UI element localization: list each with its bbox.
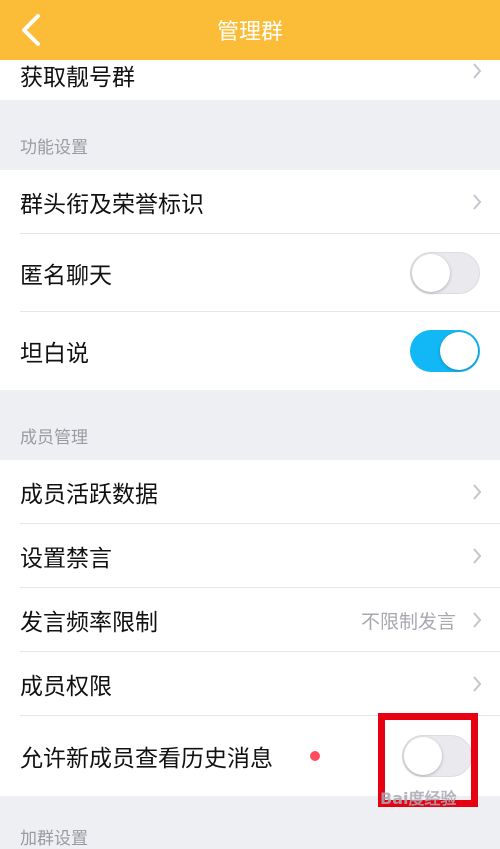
new-feature-dot [310,751,320,761]
row-set-mute[interactable]: 设置禁言 [0,524,500,588]
row-anonymous-chat: 匿名聊天 [0,234,500,312]
toggle-knob [412,254,450,292]
row-member-permissions[interactable]: 成员权限 [0,652,500,716]
row-truth-talk: 坦白说 [0,312,500,390]
row-label: 成员权限 [20,674,112,700]
chevron-right-icon [473,194,482,210]
section-title-member: 成员管理 [20,428,88,448]
section-title-function: 功能设置 [20,138,88,158]
chevron-right-icon [473,484,482,500]
top-navigation-bar: 管理群 [0,0,500,60]
anonymous-chat-toggle[interactable] [410,252,480,294]
watermark-logo: Bai度经验 [380,789,457,808]
back-button[interactable] [14,10,48,50]
row-speak-frequency-limit[interactable]: 发言频率限制 不限制发言 [0,588,500,652]
row-label: 获取靓号群 [20,65,135,91]
page-title: 管理群 [216,20,283,45]
row-label: 群头衔及荣誉标识 [20,192,204,218]
row-label: 允许新成员查看历史消息 [20,746,273,772]
chevron-right-icon [473,63,482,79]
section-title-join: 加群设置 [20,829,88,849]
row-label: 成员活跃数据 [20,482,158,508]
row-label: 坦白说 [20,341,89,367]
row-member-activity-data[interactable]: 成员活跃数据 [0,460,500,524]
row-group-title-honor[interactable]: 群头衔及荣誉标识 [0,170,500,234]
row-label: 匿名聊天 [20,263,112,289]
chevron-right-icon [473,548,482,564]
chevron-right-icon [473,676,482,692]
chevron-left-icon [22,14,40,46]
row-get-pretty-number-group[interactable]: 获取靓号群 [0,60,500,100]
frequency-limit-value: 不限制发言 [360,610,456,633]
row-label: 设置禁言 [20,546,112,572]
row-label: 发言频率限制 [20,610,158,636]
chevron-right-icon [473,612,482,628]
toggle-knob [440,332,478,370]
truth-talk-toggle[interactable] [410,330,480,372]
